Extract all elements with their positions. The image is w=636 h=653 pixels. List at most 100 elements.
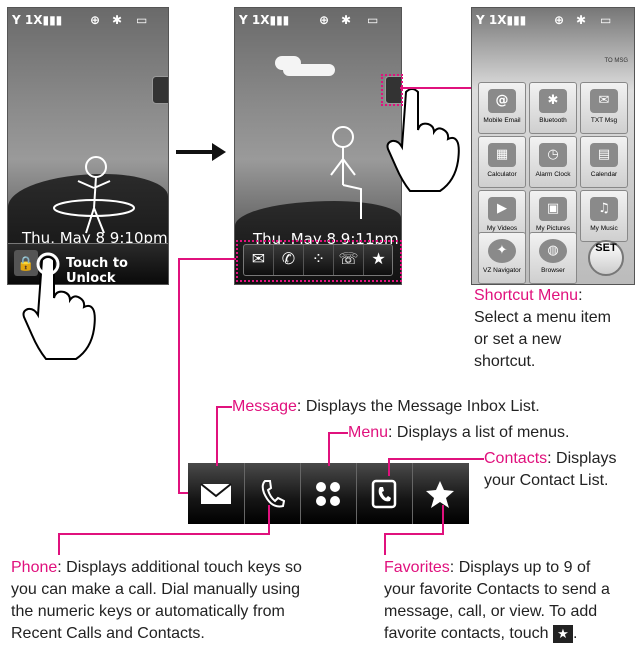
tile-alarm-clock[interactable]: ◷ Alarm Clock bbox=[529, 136, 577, 188]
envelope-icon bbox=[200, 482, 232, 504]
tile-calculator[interactable]: ▦ Calculator bbox=[478, 136, 526, 188]
connector-line bbox=[58, 533, 60, 555]
connector-line bbox=[384, 533, 386, 555]
menu-callout: Menu: Displays a list of menus. bbox=[348, 422, 569, 444]
mail-icon: @ bbox=[488, 89, 516, 113]
touch-hand-icon bbox=[386, 88, 460, 192]
callout-title: Menu bbox=[348, 424, 389, 441]
bluetooth-icon: ✱ bbox=[539, 89, 567, 113]
status-bar: Y 1X▮▮▮ ⊕ ✱ ▭ bbox=[472, 8, 634, 30]
star-icon bbox=[426, 480, 454, 508]
callout-title: Message bbox=[232, 398, 297, 415]
connector-line bbox=[400, 87, 471, 89]
message-key[interactable] bbox=[188, 463, 245, 524]
callout-title: Contacts bbox=[484, 450, 548, 467]
connector-line bbox=[384, 533, 444, 535]
tile-label: VZ Navigator bbox=[483, 267, 521, 274]
favorites-key[interactable] bbox=[412, 463, 468, 524]
phone-icon bbox=[261, 479, 285, 507]
menu-grid-icon bbox=[316, 481, 340, 506]
side-tab[interactable] bbox=[152, 76, 168, 104]
message-icon: ✉ bbox=[590, 89, 618, 113]
battery-icon: ▭ bbox=[600, 13, 612, 27]
globe-icon: ◍ bbox=[539, 239, 567, 263]
menu-key[interactable] bbox=[300, 463, 357, 524]
callout-text: : Displays a list of menus. bbox=[388, 424, 570, 441]
connector-line bbox=[58, 533, 270, 535]
callout-title: Phone bbox=[11, 559, 58, 576]
connector-line bbox=[216, 406, 218, 466]
star-icon: ★ bbox=[552, 624, 573, 643]
callout-text: : Displays up to 9 of bbox=[449, 559, 591, 576]
callout-text: your favorite Contacts to send a bbox=[384, 581, 610, 598]
tile-my-music[interactable]: ♫ My Music bbox=[580, 190, 628, 242]
set-button[interactable]: SET bbox=[588, 240, 624, 276]
film-icon: ▶ bbox=[488, 197, 516, 221]
contacts-icon bbox=[371, 479, 397, 508]
location-icon: ⊕ bbox=[554, 13, 565, 27]
tile-browser[interactable]: ◍ Browser bbox=[529, 232, 577, 284]
location-icon: ⊕ bbox=[319, 13, 330, 27]
picture-icon: ▣ bbox=[539, 197, 567, 221]
set-label: SET bbox=[595, 242, 617, 254]
shortcut-menu-screen: Y 1X▮▮▮ ⊕ ✱ ▭ TO MSG @ Mobile Email ✱ Bl… bbox=[471, 7, 635, 285]
bluetooth-icon: ✱ bbox=[112, 13, 123, 27]
lock-screen: Y 1X▮▮▮ ⊕ ✱ ▭ Thu, May 8 9:10pm 🔒 ◂ Touc… bbox=[7, 7, 169, 285]
connector-line bbox=[178, 258, 236, 260]
callout-text: message, call, or view. To add bbox=[384, 603, 598, 620]
bluetooth-icon: ✱ bbox=[341, 13, 352, 27]
bluetooth-icon: ✱ bbox=[576, 13, 587, 27]
calculator-icon: ▦ bbox=[488, 143, 516, 167]
connector-line bbox=[388, 458, 484, 460]
callout-title: Shortcut Menu bbox=[474, 287, 579, 304]
tile-label: Mobile Email bbox=[483, 117, 521, 124]
callout-text: : Displays bbox=[547, 450, 617, 467]
right-arrow-icon bbox=[176, 150, 216, 154]
callout-text: shortcut. bbox=[474, 353, 536, 370]
tile-label: Calendar bbox=[590, 171, 618, 178]
callout-text: you can make a call. Dial manually using bbox=[11, 581, 301, 598]
callout-title: Favorites bbox=[384, 559, 450, 576]
tile-label: Browser bbox=[541, 267, 565, 274]
music-icon: ♫ bbox=[590, 197, 618, 221]
touch-key-bar bbox=[188, 463, 469, 524]
signal-icon: Y 1X▮▮▮ bbox=[239, 13, 290, 27]
tile-label: Calculator bbox=[487, 171, 517, 178]
callout-text: Recent Calls and Contacts. bbox=[11, 625, 205, 642]
callout-text: : Displays additional touch keys so bbox=[57, 559, 302, 576]
callout-text: or set a new bbox=[474, 331, 562, 348]
connector-line bbox=[216, 406, 232, 408]
touch-hand-icon bbox=[22, 252, 96, 360]
favorites-callout: Favorites: Displays up to 9 of your favo… bbox=[384, 557, 636, 645]
tile-label: My Music bbox=[590, 225, 618, 232]
cloud-shape bbox=[275, 56, 301, 70]
toolbar-highlight bbox=[236, 240, 402, 282]
phone-key[interactable] bbox=[244, 463, 301, 524]
contacts-key[interactable] bbox=[356, 463, 413, 524]
callout-text: the numeric keys or automatically from bbox=[11, 603, 285, 620]
tile-label: My Pictures bbox=[536, 225, 570, 232]
tile-label: My Videos bbox=[486, 225, 518, 232]
callout-text: favorite contacts, touch bbox=[384, 625, 549, 642]
connector-line bbox=[388, 458, 390, 476]
connector-line bbox=[268, 505, 270, 535]
calendar-icon: ▤ bbox=[590, 143, 618, 167]
tile-txt-msg[interactable]: ✉ TXT Msg bbox=[580, 82, 628, 134]
sitting-figure-icon bbox=[330, 126, 362, 219]
connector-line bbox=[328, 432, 330, 466]
battery-icon: ▭ bbox=[367, 13, 379, 27]
location-icon: ⊕ bbox=[90, 13, 101, 27]
tile-vz-navigator[interactable]: ✦ VZ Navigator bbox=[478, 232, 526, 284]
battery-icon: ▭ bbox=[136, 13, 148, 27]
arrow-head bbox=[212, 143, 226, 161]
to-msg-label: TO MSG bbox=[604, 58, 628, 64]
tile-label: Bluetooth bbox=[539, 117, 567, 124]
tile-bluetooth[interactable]: ✱ Bluetooth bbox=[529, 82, 577, 134]
status-bar: Y 1X▮▮▮ ⊕ ✱ ▭ bbox=[8, 8, 168, 30]
alarm-clock-icon: ◷ bbox=[539, 143, 567, 167]
tile-calendar[interactable]: ▤ Calendar bbox=[580, 136, 628, 188]
callout-text: your Contact List. bbox=[484, 472, 609, 489]
tile-mobile-email[interactable]: @ Mobile Email bbox=[478, 82, 526, 134]
shortcut-menu-callout: Shortcut Menu: Select a menu item or set… bbox=[474, 285, 611, 373]
compass-icon: ✦ bbox=[488, 239, 516, 263]
